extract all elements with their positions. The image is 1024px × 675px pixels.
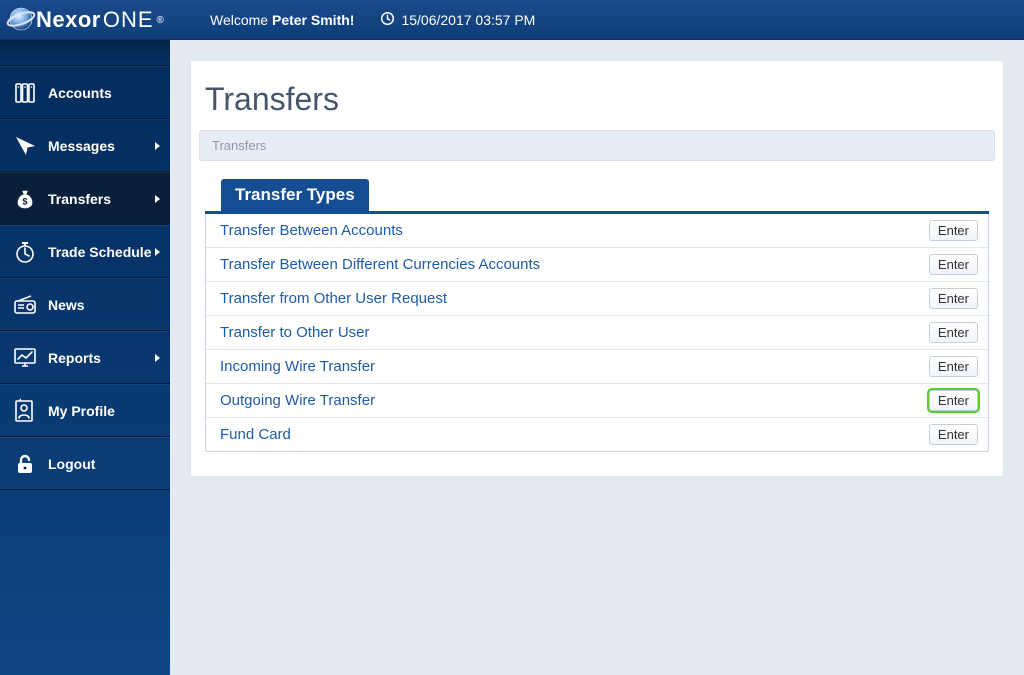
sidebar: Accounts Messages $ Transfers Trade Schedule…	[0, 40, 170, 675]
brand-text-suffix: ONE	[103, 7, 154, 33]
list-item: Transfer to Other User Enter	[206, 316, 988, 350]
globe-icon	[6, 4, 36, 37]
welcome-user-name: Peter Smith!	[272, 12, 354, 28]
moneybag-icon: $	[8, 182, 42, 216]
enter-button[interactable]: Enter	[929, 322, 978, 343]
tab-strip: Transfer Types	[205, 179, 989, 214]
chevron-right-icon	[154, 247, 162, 257]
transfer-types-list: Transfer Between AccountsEnterTransfer B…	[205, 214, 989, 452]
sidebar-item-label: Trade Schedule	[48, 244, 151, 260]
enter-button[interactable]: Enter	[929, 424, 978, 445]
datetime-value: 15/06/2017 03:57 PM	[401, 12, 535, 28]
clock-icon	[380, 11, 395, 29]
stopwatch-icon	[8, 235, 42, 269]
header-datetime: 15/06/2017 03:57 PM	[380, 11, 535, 29]
sidebar-item-label: News	[48, 297, 85, 313]
sidebar-item-transfers[interactable]: $ Transfers	[0, 172, 170, 225]
main-area: Transfers Transfers Transfer Types Trans…	[170, 40, 1024, 675]
lock-icon	[8, 447, 42, 481]
svg-text:$: $	[22, 196, 27, 206]
list-item: Transfer Between Different Currencies Ac…	[206, 248, 988, 282]
transfer-type-link[interactable]: Transfer Between Different Currencies Ac…	[220, 256, 540, 273]
welcome-prefix: Welcome	[210, 12, 272, 28]
welcome-text: Welcome Peter Smith!	[210, 12, 354, 28]
sidebar-item-trade-schedule[interactable]: Trade Schedule	[0, 225, 170, 278]
brand-logo[interactable]: NexorONE®	[0, 0, 170, 40]
enter-button[interactable]: Enter	[929, 288, 978, 309]
sidebar-item-label: Logout	[48, 456, 95, 472]
sidebar-item-my-profile[interactable]: My Profile	[0, 384, 170, 437]
brand-text-main: Nexor	[36, 7, 101, 33]
transfer-type-link[interactable]: Transfer Between Accounts	[220, 222, 403, 239]
profile-icon	[8, 394, 42, 428]
tab-transfer-types[interactable]: Transfer Types	[221, 179, 369, 211]
sidebar-item-reports[interactable]: Reports	[0, 331, 170, 384]
page-title: Transfers	[191, 61, 1003, 130]
sidebar-item-logout[interactable]: Logout	[0, 437, 170, 490]
transfer-type-link[interactable]: Fund Card	[220, 426, 291, 443]
chevron-right-icon	[154, 194, 162, 204]
chart-icon	[8, 341, 42, 375]
sidebar-item-label: Transfers	[48, 191, 111, 207]
enter-button[interactable]: Enter	[929, 220, 978, 241]
list-item: Incoming Wire Transfer Enter	[206, 350, 988, 384]
sidebar-spacer	[0, 40, 170, 66]
transfer-type-link[interactable]: Incoming Wire Transfer	[220, 358, 375, 375]
sidebar-item-label: Accounts	[48, 85, 112, 101]
content-panel: Transfers Transfers Transfer Types Trans…	[190, 60, 1004, 477]
app-header: NexorONE® Welcome Peter Smith! 15/06/201…	[0, 0, 1024, 40]
enter-button[interactable]: Enter	[929, 356, 978, 377]
list-item: Transfer from Other User Request Enter	[206, 282, 988, 316]
brand-registered: ®	[157, 15, 165, 26]
sidebar-item-label: Reports	[48, 350, 101, 366]
transfer-type-link[interactable]: Transfer to Other User	[220, 324, 370, 341]
transfer-type-link[interactable]: Outgoing Wire Transfer	[220, 392, 375, 409]
breadcrumb: Transfers	[199, 130, 995, 161]
list-item: Transfer Between Accounts Enter	[206, 214, 988, 248]
enter-button[interactable]: Enter	[929, 390, 978, 411]
sidebar-item-label: My Profile	[48, 403, 115, 419]
tab-area: Transfer Types Transfer Between Accounts…	[205, 179, 989, 452]
brand-text: NexorONE®	[36, 7, 164, 33]
list-item: Outgoing Wire Transfer Enter	[206, 384, 988, 418]
radio-icon	[8, 288, 42, 322]
sidebar-item-accounts[interactable]: Accounts	[0, 66, 170, 119]
sidebar-item-label: Messages	[48, 138, 115, 154]
chevron-right-icon	[154, 141, 162, 151]
sidebar-item-news[interactable]: News	[0, 278, 170, 331]
list-item: Fund Card Enter	[206, 418, 988, 451]
enter-button[interactable]: Enter	[929, 254, 978, 275]
cursor-icon	[8, 129, 42, 163]
sidebar-item-messages[interactable]: Messages	[0, 119, 170, 172]
chevron-right-icon	[154, 353, 162, 363]
servers-icon	[8, 76, 42, 110]
transfer-type-link[interactable]: Transfer from Other User Request	[220, 290, 447, 307]
